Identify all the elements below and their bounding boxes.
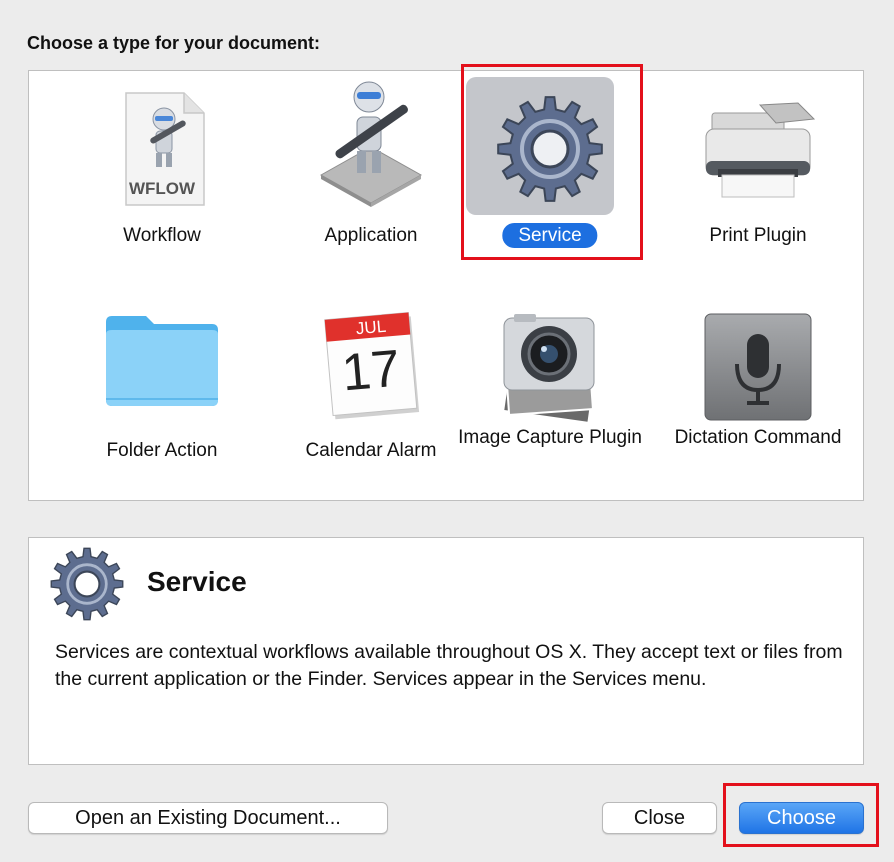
gear-icon (47, 544, 127, 624)
dialog-prompt: Choose a type for your document: (27, 33, 321, 53)
microphone-icon (703, 312, 813, 422)
type-label: Folder Action (106, 440, 218, 461)
choose-button[interactable]: Choose (739, 802, 864, 834)
open-existing-document-button[interactable]: Open an Existing Document... (28, 802, 388, 834)
document-type-grid: WFLOW Workflow Application Service Print… (28, 64, 864, 501)
type-tile-dictation-command[interactable]: Dictation Command (658, 286, 858, 496)
close-button[interactable]: Close (602, 802, 717, 834)
calendar-icon: JUL 17 (321, 312, 421, 422)
type-tile-workflow[interactable]: WFLOW Workflow (62, 71, 262, 271)
type-tile-folder-action[interactable]: Folder Action (62, 286, 262, 496)
type-tile-calendar-alarm[interactable]: JUL 17 Calendar Alarm (271, 286, 471, 496)
wflow-document-icon: WFLOW (112, 89, 212, 209)
calendar-day: 17 (339, 339, 403, 403)
type-tile-print-plugin[interactable]: Print Plugin (658, 71, 858, 271)
type-label: Print Plugin (709, 225, 807, 246)
type-label: Calendar Alarm (305, 440, 437, 461)
type-tile-application[interactable]: Application (271, 71, 471, 271)
description-text: Services are contextual workflows availa… (55, 641, 843, 690)
type-tile-image-capture-plugin[interactable]: Image Capture Plugin (450, 286, 650, 496)
description-title: Service (147, 566, 247, 597)
camera-icon (490, 312, 610, 422)
type-label: Dictation Command (674, 427, 842, 448)
automator-robot-icon (311, 77, 431, 207)
wflow-badge: WFLOW (128, 179, 196, 198)
description-panel: Service Services are contextual workflow… (28, 537, 864, 765)
folder-icon (100, 312, 224, 412)
type-label: Application (324, 225, 418, 246)
printer-icon (698, 99, 818, 203)
service-annotation-box (461, 64, 643, 260)
type-label: Workflow (123, 225, 201, 246)
type-label: Image Capture Plugin (458, 427, 642, 448)
